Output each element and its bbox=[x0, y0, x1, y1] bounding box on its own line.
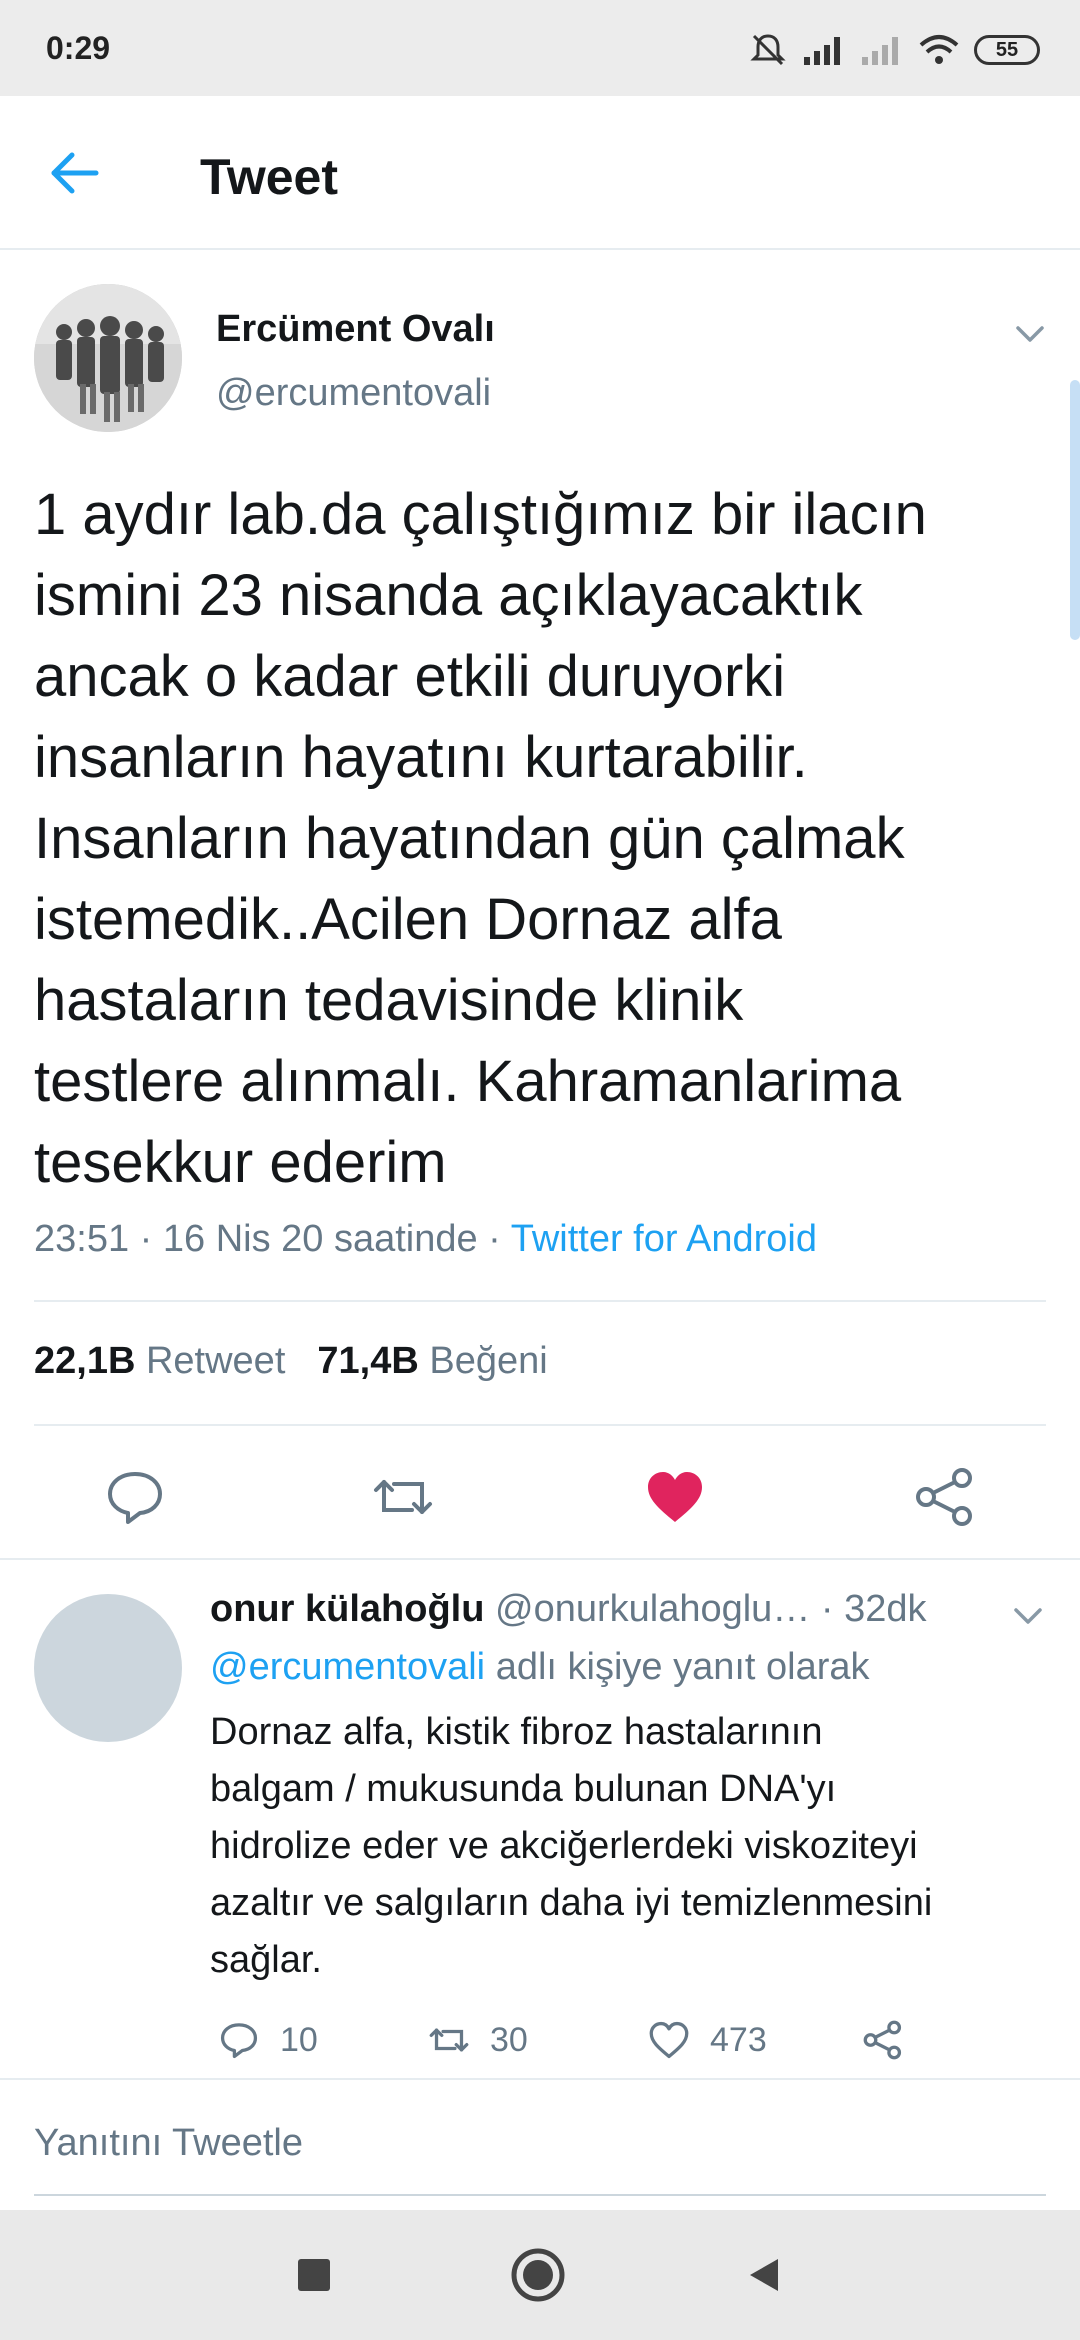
like-count: 71,4B bbox=[317, 1340, 419, 1382]
retweet-icon bbox=[374, 1480, 432, 1514]
reply-author-name[interactable]: onur külahoğlu bbox=[210, 1588, 484, 1630]
retweet-stat[interactable]: 22,1B Retweet bbox=[34, 1340, 285, 1383]
like-count: 473 bbox=[710, 2020, 767, 2059]
reply-actions: 10 30 473 bbox=[210, 2010, 1050, 2070]
reply-tweet[interactable]: onur külahoğlu @onurkulahoglu… · 32dk @e… bbox=[0, 1558, 1080, 2078]
reply-text: Dornaz alfa, kistik fibroz hastalarının … bbox=[210, 1711, 933, 1981]
input-underline bbox=[34, 2194, 1046, 2196]
reply-compose[interactable]: Yanıtını Tweetle bbox=[0, 2078, 1080, 2208]
heart-icon bbox=[648, 1472, 702, 1522]
status-time: 0:29 bbox=[46, 30, 111, 66]
tweet-stats: 22,1B Retweet 71,4B Beğeni bbox=[34, 1340, 548, 1383]
reply-context: @ercumentovali adlı kişiye yanıt olarak bbox=[210, 1646, 870, 1689]
scroll-indicator bbox=[1070, 380, 1080, 640]
wifi-icon bbox=[919, 35, 959, 64]
reply-share-button[interactable] bbox=[860, 2010, 906, 2070]
chevron-down-icon bbox=[1016, 326, 1044, 342]
divider bbox=[34, 1424, 1046, 1426]
tweet-author-row: Ercüment Ovalı @ercumentovali bbox=[0, 250, 1080, 450]
reply-retweet-button[interactable]: 30 bbox=[426, 2010, 528, 2070]
avatar[interactable] bbox=[34, 284, 182, 432]
reply-menu-button[interactable] bbox=[1008, 1596, 1048, 1636]
reply-author-handle[interactable]: @onurkulahoglu… bbox=[495, 1588, 810, 1630]
reply-button[interactable] bbox=[100, 1462, 170, 1532]
retweet-button[interactable] bbox=[368, 1462, 438, 1532]
status-bar: 0:29 55 bbox=[0, 0, 1080, 96]
home-circle-icon bbox=[511, 2248, 565, 2302]
recents-button[interactable] bbox=[284, 2245, 344, 2305]
arrow-left-icon bbox=[51, 152, 99, 194]
mute-icon bbox=[750, 34, 786, 66]
signal-icon bbox=[804, 37, 840, 65]
square-icon bbox=[298, 2259, 330, 2291]
like-label: Beğeni bbox=[429, 1340, 548, 1382]
reply-like-button[interactable]: 473 bbox=[646, 2010, 767, 2070]
avatar-photo bbox=[34, 284, 182, 432]
divider bbox=[34, 1300, 1046, 1302]
reply-input-placeholder[interactable]: Yanıtını Tweetle bbox=[34, 2122, 303, 2165]
signal-weak-icon bbox=[862, 37, 898, 65]
chevron-down-icon bbox=[1014, 1608, 1042, 1624]
tweet-timestamp: 23:51 · 16 Nis 20 saatinde · bbox=[34, 1218, 511, 1260]
reply-time: · 32dk bbox=[820, 1588, 927, 1630]
back-nav-button[interactable] bbox=[734, 2245, 794, 2305]
share-button[interactable] bbox=[910, 1462, 980, 1532]
app-header: Tweet bbox=[0, 96, 1080, 250]
author-name[interactable]: Ercüment Ovalı bbox=[216, 308, 495, 351]
triangle-back-icon bbox=[750, 2259, 778, 2291]
retweet-count: 22,1B bbox=[34, 1340, 136, 1382]
tweet-actions bbox=[0, 1440, 1080, 1558]
share-icon bbox=[863, 2020, 902, 2060]
page-title: Tweet bbox=[200, 149, 338, 205]
back-button[interactable] bbox=[40, 140, 106, 206]
home-button[interactable] bbox=[508, 2245, 568, 2305]
tweet-menu-button[interactable] bbox=[1010, 314, 1050, 354]
status-icons: 55 bbox=[748, 28, 1040, 72]
avatar[interactable] bbox=[34, 1594, 182, 1742]
speech-bubble-icon bbox=[108, 1472, 162, 1524]
tweet-source-link[interactable]: Twitter for Android bbox=[511, 1218, 817, 1260]
system-nav-bar bbox=[0, 2210, 1080, 2340]
speech-bubble-icon bbox=[220, 2023, 258, 2059]
retweet-icon bbox=[429, 2028, 469, 2052]
like-button[interactable] bbox=[640, 1462, 710, 1532]
heart-icon bbox=[649, 2021, 689, 2059]
battery-indicator: 55 bbox=[974, 35, 1040, 65]
retweet-count: 30 bbox=[490, 2020, 528, 2059]
tweet-meta: 23:51 · 16 Nis 20 saatinde · Twitter for… bbox=[34, 1218, 817, 1261]
reply-header: onur külahoğlu @onurkulahoglu… · 32dk bbox=[210, 1588, 927, 1631]
like-stat[interactable]: 71,4B Beğeni bbox=[317, 1340, 547, 1383]
retweet-label: Retweet bbox=[145, 1340, 286, 1382]
reply-reply-button[interactable]: 10 bbox=[216, 2010, 318, 2070]
tweet-text: 1 aydır lab.da çalıştığımız bir ilacın i… bbox=[34, 482, 927, 1195]
reply-count: 10 bbox=[280, 2020, 318, 2059]
reply-mention-link[interactable]: @ercumentovali bbox=[210, 1646, 485, 1688]
author-handle[interactable]: @ercumentovali bbox=[216, 372, 491, 415]
reply-context-text: adlı kişiye yanıt olarak bbox=[485, 1646, 870, 1688]
share-icon bbox=[916, 1468, 972, 1526]
